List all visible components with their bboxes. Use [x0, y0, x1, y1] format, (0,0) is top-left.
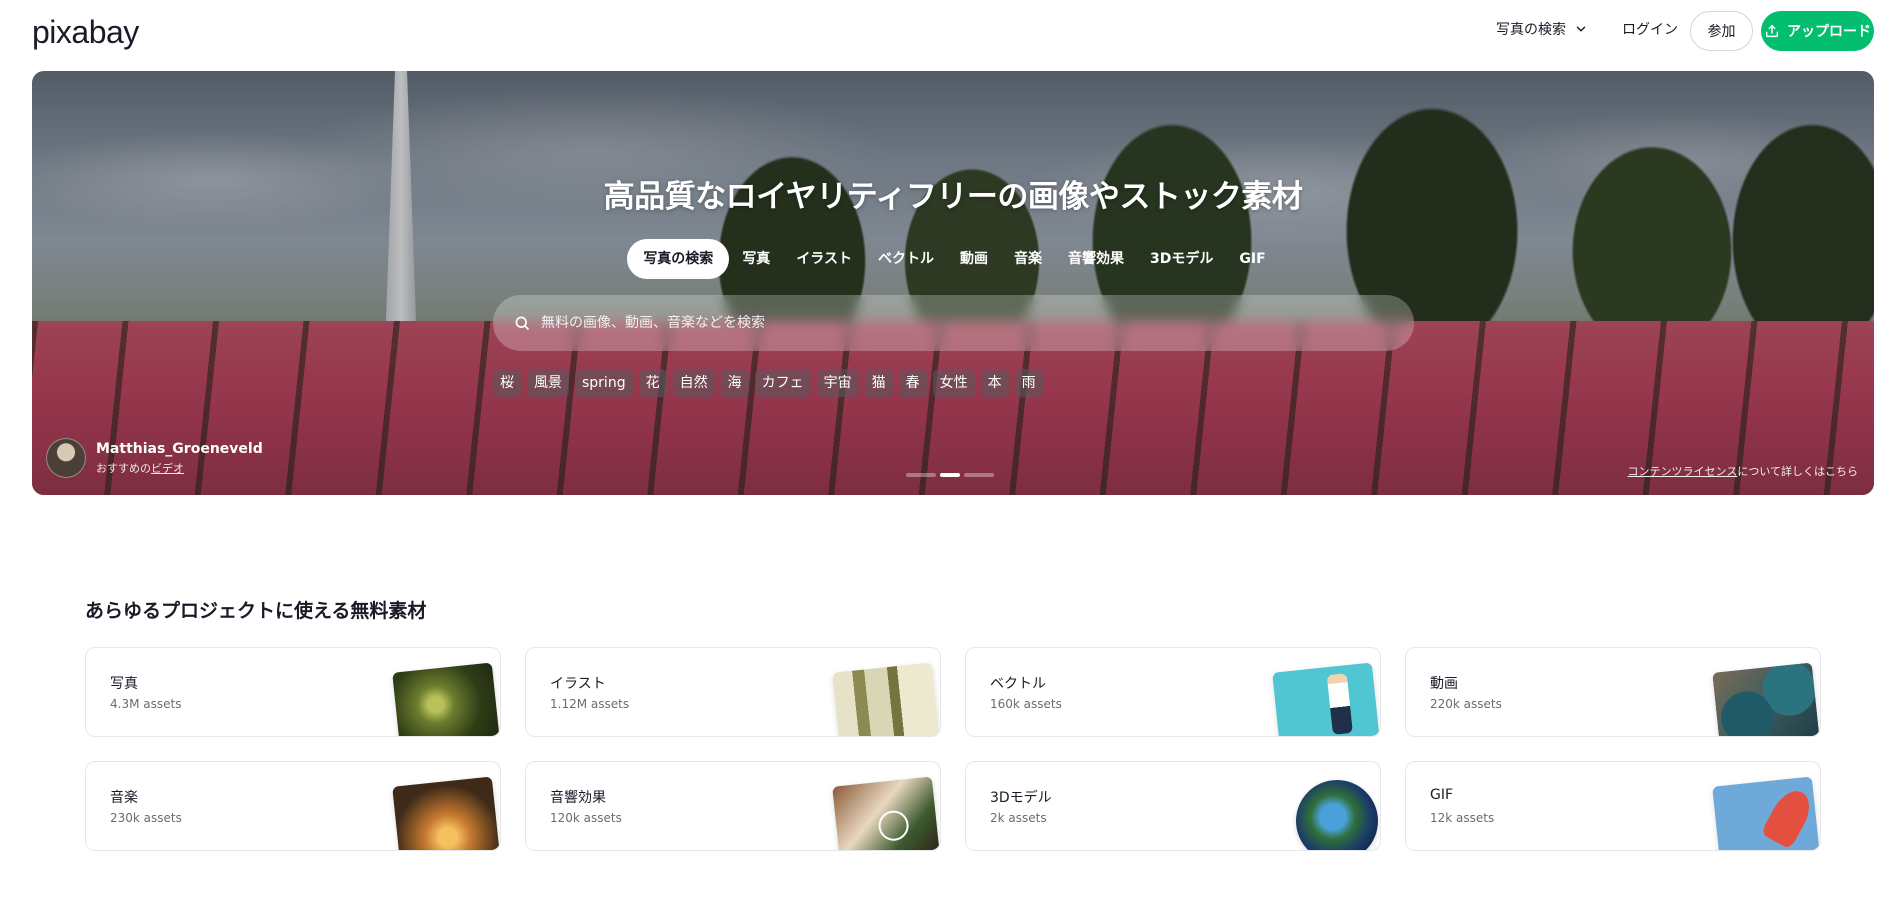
tag-chip[interactable]: 女性	[932, 369, 975, 397]
tab-videos[interactable]: 動画	[947, 239, 1001, 279]
category-grid: 写真 4.3M assets イラスト 1.12M assets ベクトル 16…	[85, 647, 1823, 851]
hero-credit[interactable]: Matthias_Groeneveld おすすめのビデオ	[46, 438, 263, 478]
card-count: 220k assets	[1430, 697, 1502, 711]
rocket-icon	[1760, 784, 1818, 850]
explore-menu[interactable]: 写真の検索	[1496, 19, 1588, 39]
slide-dot[interactable]	[964, 473, 994, 477]
category-card-music[interactable]: 音楽 230k assets	[85, 761, 501, 851]
category-card-vectors[interactable]: ベクトル 160k assets	[965, 647, 1381, 737]
license-suffix: について詳しくはこちら	[1737, 465, 1858, 478]
card-thumbnail	[392, 776, 500, 850]
upload-button-label: アップロード	[1787, 24, 1871, 40]
search-input[interactable]	[541, 315, 1381, 331]
upload-button[interactable]: アップロード	[1761, 11, 1874, 51]
credit-subtitle: おすすめのビデオ	[96, 460, 263, 476]
tab-music[interactable]: 音楽	[1001, 239, 1055, 279]
chevron-down-icon	[1576, 26, 1586, 32]
category-card-illustrations[interactable]: イラスト 1.12M assets	[525, 647, 941, 737]
category-card-photos[interactable]: 写真 4.3M assets	[85, 647, 501, 737]
card-label: 写真	[110, 676, 138, 692]
card-count: 230k assets	[110, 811, 182, 825]
tab-vectors[interactable]: ベクトル	[865, 239, 947, 279]
tag-chip[interactable]: 本	[980, 369, 1009, 397]
category-card-3d-models[interactable]: 3Dモデル 2k assets	[965, 761, 1381, 851]
category-card-videos[interactable]: 動画 220k assets	[1405, 647, 1821, 737]
media-type-tabs: 写真の検索 写真 イラスト ベクトル 動画 音楽 音響効果 3Dモデル GIF	[32, 239, 1874, 279]
credit-author-name[interactable]: Matthias_Groeneveld	[96, 441, 263, 457]
card-label: 3Dモデル	[990, 790, 1052, 806]
card-thumbnail	[1272, 662, 1380, 736]
site-header: pixabay 写真の検索 ログイン 参加 アップロード	[0, 0, 1903, 66]
tab-photos[interactable]: 写真	[729, 239, 783, 279]
card-thumbnail	[1712, 776, 1820, 850]
card-label: 音楽	[110, 790, 138, 806]
card-count: 1.12M assets	[550, 697, 630, 711]
search-icon	[515, 316, 529, 330]
tab-gif[interactable]: GIF	[1226, 239, 1278, 279]
tag-chip[interactable]: 花	[638, 369, 667, 397]
card-count: 160k assets	[990, 697, 1062, 711]
tag-chip[interactable]: 自然	[672, 369, 715, 397]
avatar[interactable]	[46, 438, 86, 478]
tag-chip[interactable]: 海	[720, 369, 749, 397]
section-title: あらゆるプロジェクトに使える無料素材	[85, 600, 427, 622]
explore-menu-label: 写真の検索	[1496, 22, 1566, 38]
pixabay-logo[interactable]: pixabay	[32, 14, 139, 51]
tag-chip[interactable]: 風景	[527, 369, 569, 397]
card-count: 120k assets	[550, 811, 622, 825]
credit-sub-prefix: おすすめの	[96, 461, 151, 475]
tag-chip[interactable]: 宇宙	[816, 369, 859, 397]
hero-banner: 高品質なロイヤリティフリーの画像やストック素材 写真の検索 写真 イラスト ベク…	[32, 71, 1874, 495]
tab-explore-photos[interactable]: 写真の検索	[627, 239, 730, 279]
card-count: 4.3M assets	[110, 697, 182, 711]
tab-3d-models[interactable]: 3Dモデル	[1137, 239, 1226, 279]
slide-dot[interactable]	[906, 473, 936, 477]
tab-illustrations[interactable]: イラスト	[783, 239, 865, 279]
login-link[interactable]: ログイン	[1622, 19, 1678, 39]
card-thumbnail	[832, 662, 940, 736]
card-thumbnail	[392, 662, 500, 736]
tag-chip[interactable]: 桜	[493, 369, 521, 397]
tag-chip[interactable]: spring	[575, 369, 633, 397]
card-thumbnail	[832, 776, 940, 850]
credit-video-link[interactable]: ビデオ	[151, 462, 184, 475]
join-button[interactable]: 参加	[1690, 11, 1753, 51]
card-count: 2k assets	[990, 811, 1047, 825]
card-label: 音響効果	[550, 790, 606, 806]
license-link[interactable]: コンテンツライセンス	[1628, 465, 1738, 478]
license-note: コンテンツライセンスについて詳しくはこちら	[1628, 463, 1858, 479]
tag-chip[interactable]: 春	[898, 369, 927, 397]
category-card-sound-effects[interactable]: 音響効果 120k assets	[525, 761, 941, 851]
globe-thumbnail	[1296, 780, 1378, 850]
slide-indicator	[906, 473, 994, 477]
card-thumbnail	[1712, 662, 1820, 736]
suggested-tags: 桜 風景 spring 花 自然 海 カフェ 宇宙 猫 春 女性 本 雨	[493, 369, 1043, 397]
play-icon	[877, 809, 911, 843]
tab-sound-effects[interactable]: 音響効果	[1055, 239, 1137, 279]
tag-chip[interactable]: 雨	[1014, 369, 1043, 397]
card-label: 動画	[1430, 676, 1458, 692]
search-bar[interactable]	[493, 295, 1414, 351]
card-label: イラスト	[550, 676, 606, 692]
join-button-label: 参加	[1707, 24, 1736, 40]
tag-chip[interactable]: 猫	[864, 369, 893, 397]
category-card-gif[interactable]: GIF 12k assets	[1405, 761, 1821, 851]
slide-dot-active[interactable]	[940, 473, 960, 477]
hero-overlay	[32, 71, 1874, 495]
hero-title: 高品質なロイヤリティフリーの画像やストック素材	[603, 179, 1303, 215]
tag-chip[interactable]: カフェ	[754, 369, 811, 397]
card-count: 12k assets	[1430, 811, 1495, 825]
upload-icon	[1765, 24, 1779, 38]
card-label: GIF	[1430, 787, 1454, 803]
card-label: ベクトル	[990, 676, 1046, 692]
vector-figure	[1326, 673, 1353, 735]
